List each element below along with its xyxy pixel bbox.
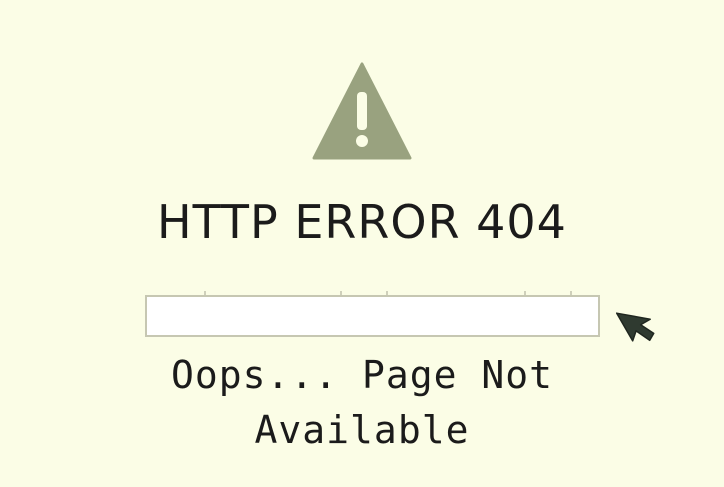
address-input[interactable] [145, 295, 600, 337]
error-title: HTTP ERROR 404 [157, 195, 567, 249]
error-message-line-2: Available [254, 408, 470, 452]
warning-icon [312, 62, 412, 160]
error-message: Oops... Page Not Available [0, 348, 724, 458]
warning-exclamation-bar [357, 92, 367, 130]
error-message-line-1: Oops... Page Not [170, 353, 554, 397]
warning-exclamation-dot [356, 135, 368, 147]
